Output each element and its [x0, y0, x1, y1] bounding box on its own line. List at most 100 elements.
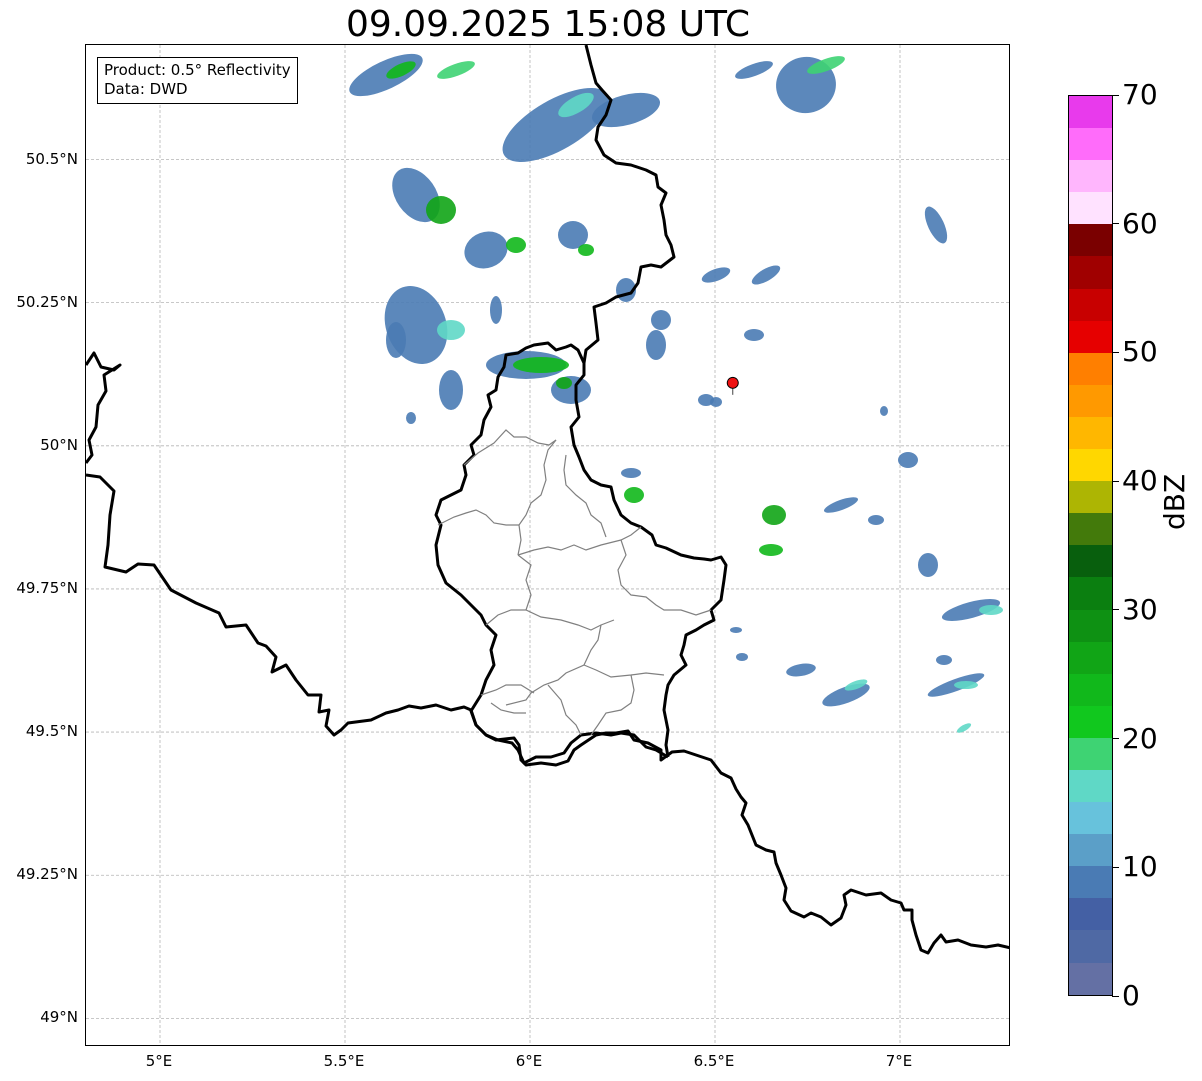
colorbar-segment — [1069, 481, 1112, 514]
radar-echo — [439, 370, 463, 410]
colorbar-segment — [1069, 192, 1112, 225]
radar-echo — [464, 231, 508, 269]
radar-echo — [386, 322, 406, 358]
radar-echo — [954, 681, 978, 689]
colorbar-segment — [1069, 96, 1112, 129]
radar-echo — [710, 397, 722, 407]
radar-echo — [918, 553, 938, 577]
colorbar-segment — [1069, 673, 1112, 706]
lon-tick-label: 7°E — [885, 1052, 913, 1070]
colorbar-segment — [1069, 834, 1112, 867]
radar-echo — [736, 653, 748, 661]
colorbar-tick — [1112, 866, 1119, 868]
colorbar-tick-label: 10 — [1122, 850, 1158, 884]
colorbar-segment — [1069, 898, 1112, 931]
radar-echo — [924, 206, 948, 244]
radar-echo — [730, 627, 742, 633]
radar-echo — [880, 406, 888, 416]
colorbar-tick-label: 20 — [1122, 721, 1158, 755]
radar-echo — [786, 663, 816, 677]
radar-echo — [868, 515, 884, 525]
radar-echo — [956, 723, 972, 733]
colorbar — [1068, 95, 1113, 996]
radar-echo — [979, 605, 1003, 615]
lon-tick-label: 5°E — [145, 1052, 173, 1070]
radar-echo — [578, 244, 594, 256]
radar-echo — [621, 468, 641, 478]
radar-echoes — [349, 53, 1003, 733]
radar-echo — [701, 267, 731, 283]
lon-tick-label: 5.5°E — [323, 1052, 365, 1070]
lon-tick-label: 6°E — [515, 1052, 543, 1070]
radar-echo — [762, 505, 786, 525]
colorbar-tick-label: 40 — [1122, 464, 1158, 498]
colorbar-segment — [1069, 962, 1112, 995]
colorbar-tick-label: 0 — [1122, 979, 1140, 1012]
colorbar-tick-label: 70 — [1122, 78, 1158, 111]
colorbar-segment — [1069, 769, 1112, 803]
border-west — [86, 351, 122, 464]
colorbar-segment — [1069, 224, 1112, 257]
colorbar-tick-label: 50 — [1122, 335, 1158, 369]
colorbar-segment — [1069, 930, 1112, 963]
colorbar-segment — [1069, 416, 1112, 450]
colorbar-unit-label: dBZ — [1158, 473, 1191, 530]
radar-echo — [490, 296, 502, 324]
map-title: 09.09.2025 15:08 UTC — [345, 4, 751, 45]
lat-tick-label: 49.25°N — [16, 865, 78, 884]
radar-echo — [646, 330, 666, 360]
radar-echo — [437, 61, 475, 79]
radar-echo — [735, 61, 773, 79]
colorbar-segment — [1069, 352, 1112, 385]
country-borders — [86, 45, 1009, 955]
radar-echo — [744, 329, 764, 341]
colorbar-tick — [1112, 351, 1119, 353]
lat-tick-label: 50°N — [40, 435, 78, 454]
colorbar-segment — [1069, 160, 1112, 193]
lat-tick-label: 49.5°N — [25, 722, 78, 741]
colorbar-tick — [1112, 738, 1119, 740]
colorbar-segment — [1069, 641, 1112, 674]
colorbar-segment — [1069, 737, 1112, 770]
radar-echo — [437, 320, 465, 340]
colorbar-segment — [1069, 256, 1112, 289]
data-source-label: Data: DWD — [104, 80, 188, 98]
lat-tick-label: 50.25°N — [16, 292, 78, 311]
radar-echo — [513, 357, 569, 373]
radar-echo — [349, 53, 423, 97]
colorbar-segment — [1069, 866, 1112, 899]
lat-tick-label: 49°N — [40, 1008, 78, 1027]
colorbar-tick — [1112, 94, 1119, 96]
district-borders — [437, 429, 712, 736]
radar-echo — [406, 412, 416, 424]
colorbar-tick-label: 30 — [1122, 592, 1158, 626]
radar-echo — [651, 310, 671, 330]
colorbar-tick — [1112, 995, 1119, 997]
radar-echo — [936, 655, 952, 665]
radar-echo — [506, 237, 526, 253]
colorbar-tick — [1112, 609, 1119, 611]
colorbar-segment — [1069, 705, 1112, 738]
radar-site-dot[interactable] — [726, 376, 739, 389]
colorbar-tick — [1112, 480, 1119, 482]
radar-site-marker[interactable] — [726, 376, 739, 395]
radar-echo — [751, 265, 781, 285]
colorbar-segment — [1069, 320, 1112, 353]
radar-echo — [898, 452, 918, 468]
colorbar-segment — [1069, 609, 1112, 642]
colorbar-segment — [1069, 802, 1112, 835]
colorbar-segment — [1069, 288, 1112, 321]
product-label: Product: 0.5° Reflectivity — [104, 61, 291, 79]
colorbar-tick-label: 60 — [1122, 206, 1158, 240]
radar-echo — [556, 377, 572, 389]
colorbar-tick — [1112, 223, 1119, 225]
colorbar-segment — [1069, 513, 1112, 546]
colorbar-segment — [1069, 449, 1112, 482]
colorbar-segment — [1069, 384, 1112, 417]
product-info-box: Product: 0.5° Reflectivity Data: DWD — [97, 57, 298, 104]
colorbar-segment — [1069, 128, 1112, 161]
radar-echo — [759, 544, 783, 556]
lat-tick-label: 50.5°N — [25, 149, 78, 168]
radar-map[interactable] — [85, 44, 1010, 1046]
colorbar-segment — [1069, 545, 1112, 578]
